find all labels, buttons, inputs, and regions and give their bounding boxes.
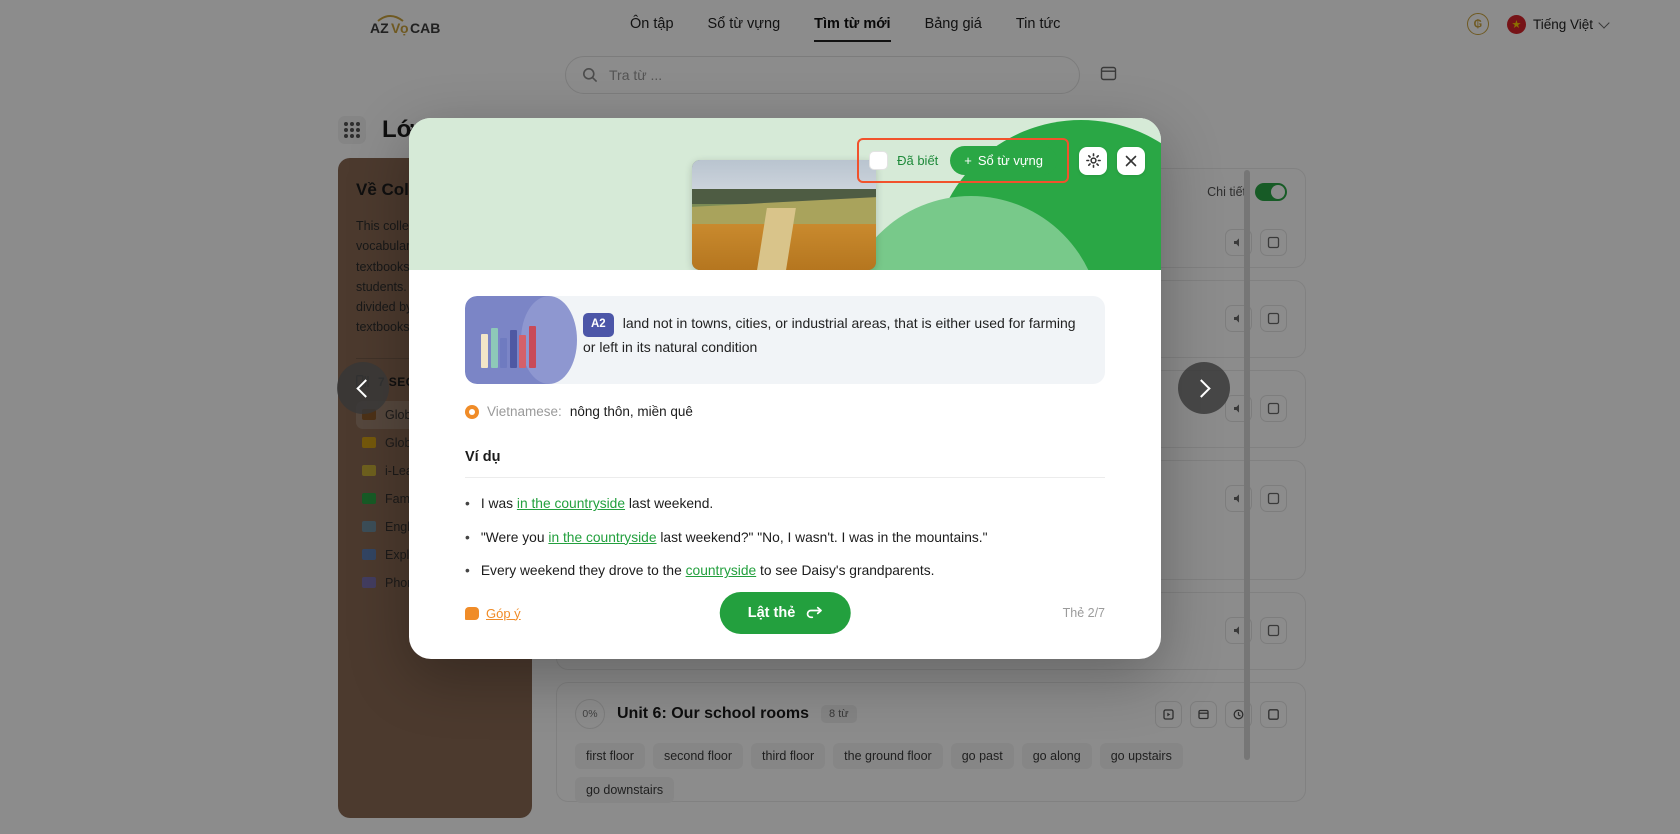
- vietnamese-translation-row: Vietnamese: nông thôn, miền quê: [465, 404, 1105, 419]
- books-illustration: [465, 296, 577, 384]
- examples-title: Ví dụ: [465, 449, 501, 465]
- add-to-vocabulary-button[interactable]: + Sổ từ vựng: [950, 146, 1057, 175]
- examples-divider: [465, 477, 1105, 478]
- example-item: • I was in the countryside last weekend.: [465, 494, 1105, 515]
- chevron-left-icon: [356, 378, 375, 398]
- card-counter: Thẻ 2/7: [1062, 606, 1105, 620]
- chevron-right-icon: [1192, 378, 1211, 398]
- example-after: last weekend?" "No, I wasn't. I was in t…: [656, 529, 988, 545]
- modal-body: A2 land not in towns, cities, or industri…: [409, 270, 1161, 582]
- known-checkbox-group[interactable]: Đã biết: [869, 151, 938, 170]
- example-highlight[interactable]: in the countryside: [517, 496, 625, 511]
- example-highlight[interactable]: in the countryside: [548, 530, 656, 545]
- definition-text: land not in towns, cities, or industrial…: [583, 315, 1076, 355]
- example-before: I was: [480, 496, 517, 511]
- add-to-vocabulary-label: Sổ từ vựng: [977, 153, 1043, 168]
- definition-text-wrap: A2 land not in towns, cities, or industri…: [549, 296, 1105, 384]
- modal-hero: Đã biết + Sổ từ vựng: [409, 118, 1161, 270]
- flashcard-modal: Đã biết + Sổ từ vựng A2 land not in town…: [409, 118, 1161, 659]
- feedback-label: Góp ý: [486, 605, 521, 621]
- feedback-link[interactable]: Góp ý: [465, 606, 521, 621]
- flip-arrow-icon: [806, 606, 822, 618]
- gear-icon: [1085, 153, 1101, 168]
- word-image: [692, 160, 876, 270]
- cefr-level-badge: A2: [583, 313, 614, 337]
- modal-controls: Đã biết + Sổ từ vựng: [857, 138, 1145, 183]
- comment-icon: [465, 606, 479, 620]
- vietnamese-value: nông thôn, miền quê: [569, 404, 693, 419]
- translate-icon: [465, 404, 479, 419]
- example-after: last weekend.: [625, 496, 714, 511]
- modal-footer: Góp ý Lật thẻ Thẻ 2/7: [409, 567, 1161, 659]
- known-and-vocab-highlight: Đã biết + Sổ từ vựng: [857, 138, 1069, 183]
- example-before: "Were you: [480, 529, 549, 545]
- known-checkbox[interactable]: [869, 151, 889, 170]
- vietnamese-label: Vietnamese:: [487, 404, 562, 419]
- previous-card-button[interactable]: [337, 362, 389, 414]
- example-text: I was in the countryside last weekend.: [481, 494, 713, 515]
- next-card-button[interactable]: [1178, 362, 1230, 414]
- plus-icon: +: [964, 153, 972, 168]
- flip-card-button[interactable]: Lật thẻ: [719, 592, 851, 634]
- app-root: AZ V ọ CAB Ôn tập Sổ từ vựng Tìm từ mới …: [0, 0, 1680, 834]
- known-label: Đã biết: [897, 153, 939, 168]
- settings-button[interactable]: [1079, 146, 1107, 175]
- definition-box: A2 land not in towns, cities, or industri…: [465, 296, 1105, 384]
- example-text: "Were you in the countryside last weeken…: [481, 528, 988, 549]
- example-item: • "Were you in the countryside last week…: [465, 528, 1105, 549]
- flip-card-label: Lật thẻ: [747, 605, 796, 621]
- close-icon: [1125, 155, 1137, 166]
- bullet-icon: •: [465, 529, 470, 545]
- bullet-icon: •: [465, 496, 470, 511]
- close-modal-button[interactable]: [1117, 146, 1145, 175]
